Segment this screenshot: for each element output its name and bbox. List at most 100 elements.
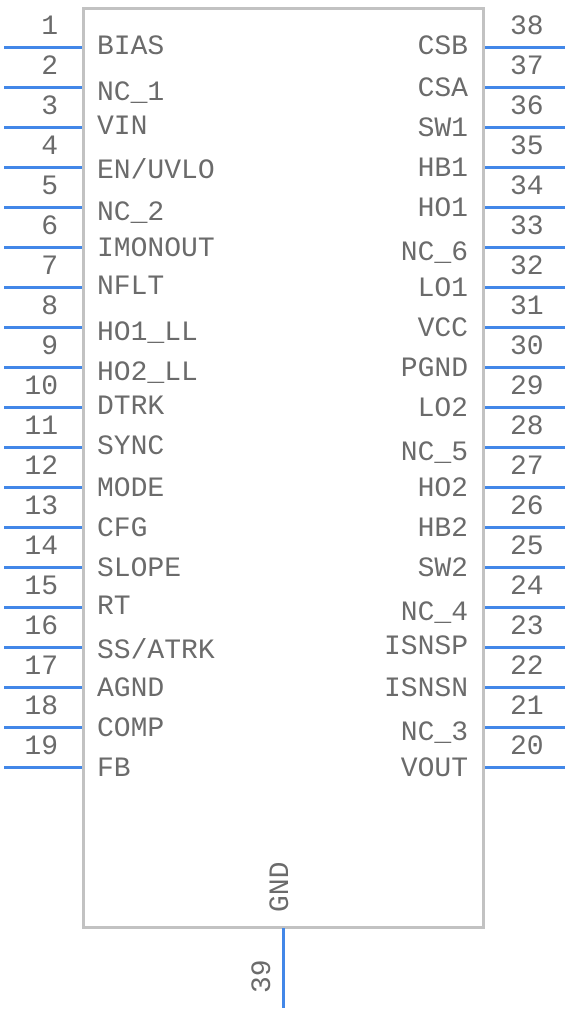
pin-label-24: NC_4	[400, 598, 468, 629]
pin-label-11: SYNC	[97, 432, 165, 463]
pin-number-33: 33	[510, 212, 544, 243]
pin-number-1: 1	[41, 12, 58, 43]
pin-label-12: MODE	[97, 474, 165, 505]
pin-line-10	[4, 406, 82, 409]
pin-number-21: 21	[510, 692, 544, 723]
pin-line-1	[4, 46, 82, 49]
pin-line-7	[4, 286, 82, 289]
pin-line-14	[4, 566, 82, 569]
pin-number-25: 25	[510, 532, 544, 563]
pin-label-13: CFG	[97, 514, 148, 545]
pin-label-17: AGND	[97, 674, 165, 705]
pin-number-14: 14	[24, 532, 58, 563]
pin-number-7: 7	[41, 252, 58, 283]
pin-number-34: 34	[510, 172, 544, 203]
pin-number-35: 35	[510, 132, 544, 163]
pin-number-9: 9	[41, 332, 58, 363]
pin-label-36: SW1	[417, 114, 468, 145]
pin-number-4: 4	[41, 132, 58, 163]
pin-line-27	[485, 486, 565, 489]
pin-line-26	[485, 526, 565, 529]
pin-number-39: 39	[248, 959, 279, 993]
pin-line-3	[4, 126, 82, 129]
pin-label-3: VIN	[97, 112, 148, 143]
pin-line-11	[4, 446, 82, 449]
pin-number-5: 5	[41, 172, 58, 203]
pin-line-23	[485, 646, 565, 649]
pin-label-5: NC_2	[97, 198, 165, 229]
pin-number-32: 32	[510, 252, 544, 283]
pin-line-21	[485, 726, 565, 729]
pin-label-gnd: GND	[266, 861, 297, 912]
pin-number-12: 12	[24, 452, 58, 483]
pin-line-5	[4, 206, 82, 209]
pin-label-27: HO2	[417, 474, 468, 505]
pin-label-20: VOUT	[400, 754, 468, 785]
pin-label-34: HO1	[417, 194, 468, 225]
pin-number-36: 36	[510, 92, 544, 123]
pin-label-25: SW2	[417, 554, 468, 585]
pin-line-35	[485, 166, 565, 169]
pin-label-16: SS/ATRK	[97, 636, 215, 667]
pin-label-37: CSA	[417, 74, 468, 105]
pin-number-10: 10	[24, 372, 58, 403]
pin-label-14: SLOPE	[97, 554, 182, 585]
pin-number-27: 27	[510, 452, 544, 483]
pin-number-30: 30	[510, 332, 544, 363]
pin-label-15: RT	[97, 592, 131, 623]
pin-number-26: 26	[510, 492, 544, 523]
pin-label-23: ISNSP	[383, 632, 468, 663]
pin-number-38: 38	[510, 12, 544, 43]
pin-label-22: ISNSN	[383, 674, 468, 705]
pin-label-33: NC_6	[400, 238, 468, 269]
pin-line-30	[485, 366, 565, 369]
pin-label-32: LO1	[417, 274, 468, 305]
pin-line-12	[4, 486, 82, 489]
pin-line-24	[485, 606, 565, 609]
pin-number-28: 28	[510, 412, 544, 443]
pin-line-8	[4, 326, 82, 329]
pin-line-36	[485, 126, 565, 129]
pin-label-35: HB1	[417, 154, 468, 185]
pin-number-2: 2	[41, 52, 58, 83]
pin-label-7: NFLT	[97, 272, 165, 303]
pin-label-4: EN/UVLO	[97, 156, 215, 187]
pin-label-31: VCC	[417, 314, 468, 345]
pin-line-25	[485, 566, 565, 569]
pin-number-11: 11	[24, 412, 58, 443]
pin-line-9	[4, 366, 82, 369]
pin-number-15: 15	[24, 572, 58, 603]
pin-line-29	[485, 406, 565, 409]
pin-label-8: HO1_LL	[97, 318, 198, 349]
pin-number-24: 24	[510, 572, 544, 603]
pin-number-16: 16	[24, 612, 58, 643]
pin-line-34	[485, 206, 565, 209]
pin-line-20	[485, 766, 565, 769]
pin-line-15	[4, 606, 82, 609]
pin-line-32	[485, 286, 565, 289]
pin-number-29: 29	[510, 372, 544, 403]
pin-label-2: NC_1	[97, 78, 165, 109]
pin-label-29: LO2	[417, 394, 468, 425]
pin-number-19: 19	[24, 732, 58, 763]
pin-number-18: 18	[24, 692, 58, 723]
pin-line-22	[485, 686, 565, 689]
pin-line-38	[485, 46, 565, 49]
pin-number-37: 37	[510, 52, 544, 83]
pin-label-21: NC_3	[400, 718, 468, 749]
pin-number-20: 20	[510, 732, 544, 763]
pin-label-9: HO2_LL	[97, 358, 198, 389]
pin-number-8: 8	[41, 292, 58, 323]
pin-line-17	[4, 686, 82, 689]
pin-line-19	[4, 766, 82, 769]
pin-line-2	[4, 86, 82, 89]
pin-label-28: NC_5	[400, 438, 468, 469]
pin-number-17: 17	[24, 652, 58, 683]
pin-line-13	[4, 526, 82, 529]
pin-number-31: 31	[510, 292, 544, 323]
pin-number-23: 23	[510, 612, 544, 643]
pin-line-39	[282, 928, 285, 1008]
pin-label-30: PGND	[400, 354, 468, 385]
pin-line-31	[485, 326, 565, 329]
pin-label-1: BIAS	[97, 32, 165, 63]
